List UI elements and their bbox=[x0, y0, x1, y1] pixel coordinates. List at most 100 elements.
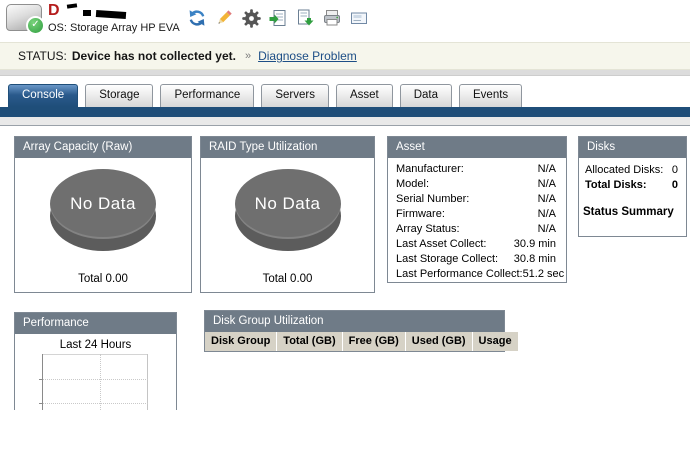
asset-row: Last Storage Collect: 30.8 min bbox=[388, 252, 566, 267]
asset-row-value: 30.9 min bbox=[513, 238, 556, 250]
performance-chart-title: Last 24 Hours bbox=[59, 339, 132, 351]
disks-title: Disks bbox=[579, 137, 686, 158]
tab-asset[interactable]: Asset bbox=[335, 84, 393, 107]
diagnose-problem-link[interactable]: Diagnose Problem bbox=[258, 49, 357, 63]
print-icon[interactable] bbox=[321, 7, 343, 29]
asset-row-value: N/A bbox=[537, 178, 556, 190]
device-name: D bbox=[48, 2, 180, 20]
status-bar: STATUS: Device has not collected yet. » … bbox=[0, 42, 690, 70]
asset-row-value: 30.8 min bbox=[513, 253, 556, 265]
asset-row-label: Serial Number: bbox=[396, 193, 470, 205]
asset-row: Array Status: N/A bbox=[388, 222, 566, 237]
disk-group-table: Disk Group Total (GB) Free (GB) Used (GB… bbox=[205, 332, 518, 351]
tab-storage[interactable]: Storage bbox=[85, 84, 154, 107]
tab-strip-underline bbox=[0, 107, 690, 117]
disks-rows: Allocated Disks: 0 Total Disks: 0 Status… bbox=[579, 158, 686, 218]
array-capacity-panel: Array Capacity (Raw) No Data Total 0.00 bbox=[14, 136, 192, 293]
email-icon[interactable] bbox=[348, 7, 370, 29]
chart-y-tick bbox=[39, 403, 42, 404]
disks-row-value: 0 bbox=[671, 164, 678, 176]
asset-row-value: N/A bbox=[537, 208, 556, 220]
tab-performance[interactable]: Performance bbox=[160, 84, 255, 107]
asset-title: Asset bbox=[388, 137, 566, 158]
device-title-block: D OS: Storage Array HP EVA bbox=[48, 2, 180, 35]
disks-panel: Disks Allocated Disks: 0 Total Disks: 0 … bbox=[578, 136, 687, 237]
raid-utilization-pie-chart: No Data bbox=[234, 169, 341, 253]
tab-data[interactable]: Data bbox=[399, 84, 453, 107]
device-os-label: OS: Storage Array HP EVA bbox=[48, 22, 180, 34]
asset-row-value: 51.2 sec bbox=[522, 268, 565, 280]
asset-row-value: N/A bbox=[537, 193, 556, 205]
chart-vertical-gridline bbox=[100, 354, 101, 410]
tab-events[interactable]: Events bbox=[459, 84, 523, 107]
disks-row-value: 0 bbox=[671, 179, 678, 191]
device-header: D OS: Storage Array HP EVA bbox=[0, 0, 690, 42]
asset-row-label: Firmware: bbox=[396, 208, 445, 220]
array-capacity-title: Array Capacity (Raw) bbox=[15, 137, 191, 158]
asset-row: Last Performance Collect: 51.2 sec bbox=[388, 267, 566, 282]
report-document-icon[interactable] bbox=[267, 7, 289, 29]
app-window: D OS: Storage Array HP EVA bbox=[0, 0, 690, 460]
tab-strip: Console Storage Performance Servers Asse… bbox=[8, 84, 523, 107]
asset-rows: Manufacturer: N/A Model: N/A Serial Numb… bbox=[388, 158, 566, 282]
column-total-gb[interactable]: Total (GB) bbox=[276, 332, 343, 351]
array-capacity-total: Total 0.00 bbox=[78, 273, 128, 285]
device-toolbar bbox=[186, 7, 370, 29]
column-usage[interactable]: Usage bbox=[472, 332, 518, 351]
redacted-device-name bbox=[82, 10, 91, 16]
performance-panel: Performance Last 24 Hours bbox=[14, 312, 177, 410]
status-message: Device has not collected yet. bbox=[71, 49, 236, 63]
asset-row-label: Last Performance Collect: bbox=[396, 268, 523, 280]
sub-strip bbox=[0, 117, 690, 126]
disks-row: Allocated Disks: 0 bbox=[579, 163, 686, 178]
raid-utilization-title: RAID Type Utilization bbox=[201, 137, 374, 158]
asset-row-value: N/A bbox=[537, 223, 556, 235]
disk-group-table-header-row: Disk Group Total (GB) Free (GB) Used (GB… bbox=[205, 332, 518, 351]
disks-row-label: Allocated Disks: bbox=[585, 164, 664, 176]
tab-servers[interactable]: Servers bbox=[261, 84, 329, 107]
disks-row-label: Total Disks: bbox=[585, 179, 647, 191]
horizontal-divider bbox=[0, 70, 690, 76]
asset-panel: Asset Manufacturer: N/A Model: N/A Seria… bbox=[387, 136, 567, 283]
performance-title: Performance bbox=[15, 313, 176, 334]
chart-y-tick bbox=[39, 379, 42, 380]
disk-group-utilization-title: Disk Group Utilization bbox=[205, 311, 504, 332]
redacted-device-name bbox=[95, 9, 126, 19]
disks-row: Total Disks: 0 bbox=[579, 178, 686, 193]
pie-no-data-label: No Data bbox=[234, 169, 341, 239]
performance-empty-chart bbox=[39, 354, 148, 410]
asset-row-value: N/A bbox=[537, 163, 556, 175]
asset-row: Model: N/A bbox=[388, 177, 566, 192]
redacted-device-name bbox=[66, 3, 77, 9]
asset-row-label: Array Status: bbox=[396, 223, 460, 235]
status-summary-label: Status Summary bbox=[583, 206, 674, 218]
settings-gear-icon[interactable] bbox=[240, 7, 262, 29]
raid-utilization-total: Total 0.00 bbox=[262, 273, 313, 285]
chevron-separator: » bbox=[244, 50, 252, 62]
chart-gridline bbox=[43, 379, 148, 380]
raid-utilization-panel: RAID Type Utilization No Data Total 0.00 bbox=[200, 136, 375, 293]
column-free-gb[interactable]: Free (GB) bbox=[342, 332, 406, 351]
refresh-icon[interactable] bbox=[186, 7, 208, 29]
asset-row: Firmware: N/A bbox=[388, 207, 566, 222]
asset-row-label: Last Asset Collect: bbox=[396, 238, 487, 250]
asset-row-label: Manufacturer: bbox=[396, 163, 464, 175]
chart-right-border bbox=[147, 354, 148, 410]
chart-y-axis bbox=[42, 354, 43, 410]
column-disk-group[interactable]: Disk Group bbox=[205, 332, 278, 351]
status-ok-check-icon bbox=[26, 16, 45, 35]
pie-no-data-label: No Data bbox=[50, 169, 156, 239]
asset-row: Serial Number: N/A bbox=[388, 192, 566, 207]
column-used-gb[interactable]: Used (GB) bbox=[405, 332, 473, 351]
edit-pencil-icon[interactable] bbox=[213, 7, 235, 29]
chart-gridline bbox=[43, 403, 148, 404]
storage-device-icon bbox=[6, 4, 45, 35]
export-document-icon[interactable] bbox=[294, 7, 316, 29]
asset-row-label: Last Storage Collect: bbox=[396, 253, 499, 265]
disk-group-utilization-panel: Disk Group Utilization Disk Group Total … bbox=[204, 310, 518, 352]
status-label: STATUS: bbox=[18, 49, 67, 63]
tab-console[interactable]: Console bbox=[8, 84, 79, 107]
asset-row: Manufacturer: N/A bbox=[388, 162, 566, 177]
asset-row-label: Model: bbox=[396, 178, 430, 190]
asset-row: Last Asset Collect: 30.9 min bbox=[388, 237, 566, 252]
